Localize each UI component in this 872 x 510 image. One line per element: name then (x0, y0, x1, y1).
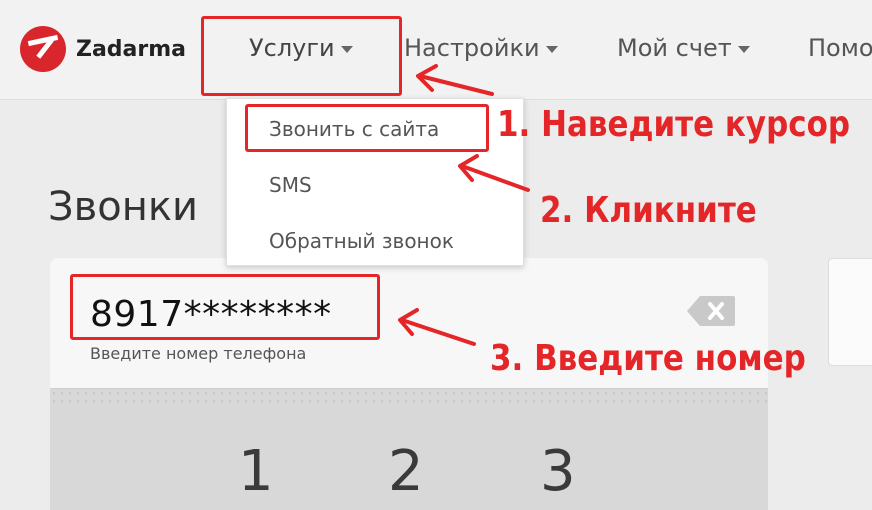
dialer-panel: 8917******** Введите номер телефона 1 2 … (50, 258, 768, 510)
chevron-down-icon (545, 45, 558, 53)
keypad: 1 2 3 (50, 388, 768, 510)
backspace-button[interactable] (686, 294, 736, 328)
page-title: Звонки (48, 184, 198, 230)
chevron-down-icon (737, 45, 750, 53)
menu-item-call-from-site[interactable]: Звонить с сайта (269, 117, 439, 141)
nav-services-menu[interactable]: Услуги (249, 34, 353, 62)
keypad-key-2[interactable]: 2 (388, 439, 424, 504)
phone-input-hint: Введите номер телефона (90, 344, 307, 363)
zadarma-logo-icon (20, 26, 66, 72)
menu-item-callback[interactable]: Обратный звонок (269, 229, 454, 253)
keypad-key-3[interactable]: 3 (540, 439, 576, 504)
menu-item-sms[interactable]: SMS (269, 173, 312, 197)
nav-help-menu[interactable]: Помо (808, 34, 872, 62)
side-panel (828, 258, 872, 366)
step-1-label: 1. Наведите курсор (497, 104, 851, 145)
chevron-down-icon (340, 45, 353, 53)
nav-help-label: Помо (808, 34, 872, 62)
nav-account-menu[interactable]: Мой счет (617, 34, 750, 62)
nav-services-label: Услуги (249, 34, 335, 62)
phone-number-input[interactable]: 8917******** (90, 294, 332, 335)
nav-settings-menu[interactable]: Настройки (404, 34, 558, 62)
services-dropdown-menu: Звонить с сайта SMS Обратный звонок (226, 98, 524, 266)
step-2-label: 2. Кликните (540, 190, 757, 231)
logo[interactable]: Zadarma (20, 26, 186, 72)
nav-settings-label: Настройки (404, 34, 540, 62)
top-navigation-bar: Zadarma Услуги Настройки Мой счет Помо (0, 0, 872, 100)
step-3-label: 3. Введите номер (490, 338, 806, 379)
keypad-divider (50, 389, 768, 403)
keypad-key-1[interactable]: 1 (238, 439, 274, 504)
logo-text: Zadarma (76, 36, 187, 62)
nav-account-label: Мой счет (617, 34, 732, 62)
backspace-icon (687, 296, 735, 326)
